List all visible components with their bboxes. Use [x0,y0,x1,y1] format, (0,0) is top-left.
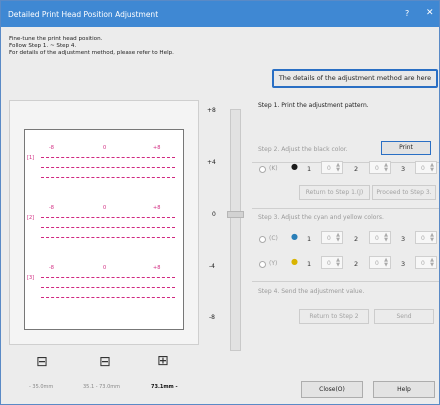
scale-tick: -8 [209,314,215,321]
divider [252,281,439,282]
close-button[interactable]: Close(O) [301,381,363,398]
return-step1-button[interactable]: Return to Step 1.(J) [299,185,370,200]
option-k-label: (K) [269,165,278,172]
intro-text: Fine-tune the print head position. Follo… [9,36,174,57]
title-bar: Detailed Print Head Position Adjustment … [1,1,439,27]
cyan-ink-icon: ● [291,232,298,241]
intro-line-3: For details of the adjustment method, pl… [9,50,174,56]
print-button[interactable]: Print [381,141,431,155]
yellow-field-2[interactable]: 0 ▲ ▼ [369,256,391,269]
step1-label: Step 1. Print the adjustment pattern. [258,102,369,109]
yellow-field-1[interactable]: 0 ▲ ▼ [321,256,343,269]
scale-tick: 0 [212,211,216,218]
field-label: 3 [401,260,406,268]
field-label: 1 [307,235,312,243]
help-icon[interactable]: ? [405,9,409,18]
radio-black[interactable] [259,166,266,173]
pattern-num: 0 [103,265,107,271]
intro-line-2: Follow Step 1. ~ Step 4. [9,43,77,49]
media-wide-icon: ⊞ [157,353,169,369]
option-c-label: (C) [269,235,278,242]
pattern-line [41,277,175,278]
scale-tick: +4 [207,159,216,166]
pattern-line [41,287,175,288]
field-label: 3 [401,235,406,243]
dialog-window: Detailed Print Head Position Adjustment … [0,0,440,405]
field-label: 2 [354,165,359,173]
media-narrow-icon: ⊟ [36,354,48,370]
pattern-label: [2] [27,215,35,221]
pattern-line [41,157,175,158]
pattern-line [41,237,175,238]
pattern-num: +8 [153,265,161,271]
black-field-1[interactable]: 0 ▲ ▼ [321,161,343,174]
pattern-line [41,217,175,218]
pattern-line [41,227,175,228]
media-medium-icon: ⊟ [99,354,111,370]
pattern-line [41,167,175,168]
close-icon[interactable]: ✕ [426,8,434,18]
media-label-wide: 73.1mm - [151,384,178,390]
step4-label: Step 4. Send the adjustment value. [258,288,365,295]
media-label-medium: 35.1 - 73.0mm [83,384,120,390]
step3-label: Step 3. Adjust the cyan and yellow color… [258,214,384,221]
yellow-ink-icon: ● [291,257,298,266]
scale-tick: +8 [207,107,216,114]
adjustment-scale [230,109,241,351]
pattern-label: [3] [27,275,35,281]
pattern-num: 0 [103,205,107,211]
intro-line-1: Fine-tune the print head position. [9,36,103,42]
divider [252,208,439,209]
option-y-label: (Y) [269,260,278,267]
divider [252,162,439,163]
field-label: 2 [354,260,359,268]
media-label-narrow: - 35.0mm [29,384,54,390]
pattern-num: -8 [49,205,54,211]
window-title: Detailed Print Head Position Adjustment [8,10,159,19]
yellow-field-3[interactable]: 0 ▲ ▼ [415,256,437,269]
cyan-field-3[interactable]: 0 ▲ ▼ [415,231,437,244]
cyan-field-2[interactable]: 0 ▲ ▼ [369,231,391,244]
proceed-step3-button[interactable]: Proceed to Step 3. [372,185,436,200]
black-field-3[interactable]: 0 ▲ ▼ [415,161,437,174]
black-field-2[interactable]: 0 ▲ ▼ [369,161,391,174]
field-label: 1 [307,165,312,173]
return-step2-button[interactable]: Return to Step 2 [299,309,369,324]
step2-label: Step 2. Adjust the black color. [258,146,348,153]
field-label: 3 [401,165,406,173]
pattern-num: +8 [153,145,161,151]
pattern-num: +8 [153,205,161,211]
pattern-num: -8 [49,265,54,271]
radio-cyan[interactable] [259,236,266,243]
scale-tick: -4 [209,263,215,270]
pattern-num: -8 [49,145,54,151]
black-ink-icon: ● [291,162,298,171]
field-label: 2 [354,235,359,243]
pattern-line [41,297,175,298]
cyan-field-1[interactable]: 0 ▲ ▼ [321,231,343,244]
pattern-sheet: -8 0 +8 [1] -8 0 +8 [2] -8 0 +8 [3] [24,129,184,330]
pattern-num: 0 [103,145,107,151]
details-button[interactable]: The details of the adjustment method are… [272,69,438,88]
help-button[interactable]: Help [373,381,435,398]
pattern-label: [1] [27,155,35,161]
field-label: 1 [307,260,312,268]
scale-indicator [227,211,244,218]
send-button[interactable]: Send [374,309,434,324]
radio-yellow[interactable] [259,261,266,268]
pattern-line [41,177,175,178]
